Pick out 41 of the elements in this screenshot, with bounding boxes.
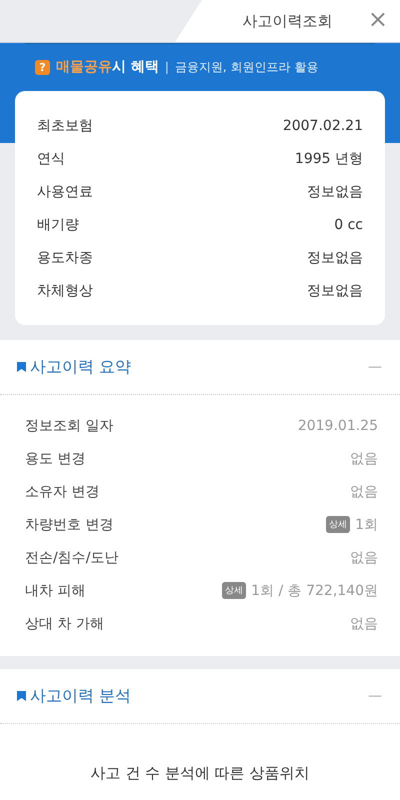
info-value: 정보없음 [307,282,363,300]
banner-title: 매물공유시 혜택 [56,58,159,76]
row-label: 소유자 변경 [25,482,100,500]
info-label: 배기량 [37,216,79,234]
detail-tag[interactable]: 상세 [326,516,350,533]
row-label: 용도 변경 [25,450,86,468]
detail-tag[interactable]: 상세 [222,582,246,599]
banner-text: 금융지원, 회원인프라 활용 [174,58,318,76]
help-badge: ? [35,60,50,74]
row-label: 정보조회 일자 [25,416,114,434]
info-label: 차체형상 [37,282,93,300]
row-label: 전손/침수/도난 [25,548,118,566]
analysis-subtitle: 사고 건 수 분석에 따른 상품위치 [90,763,310,784]
row-value: 1회 / 총 722,140원 [251,582,378,600]
info-value: 정보없음 [307,248,363,266]
info-label: 사용연료 [37,182,93,200]
close-button[interactable]: × [368,7,388,31]
row-value: 없음 [350,450,378,468]
row-value: 2019.01.25 [298,418,378,434]
row-value: 없음 [350,548,378,566]
row-label: 내차 피해 [25,582,86,600]
window-title: 사고이력조회 [242,12,332,30]
separator: | [164,60,169,74]
section-title: 사고이력 분석 [30,686,132,706]
info-value: 2007.02.21 [282,118,363,134]
row-label: 차량번호 변경 [25,516,114,534]
row-value: 없음 [350,614,378,632]
info-label: 용도차종 [37,248,93,266]
section-title: 사고이력 요약 [30,356,132,378]
bookmark-icon [17,362,26,372]
info-value: 0 cc [334,216,363,232]
info-label: 연식 [37,150,65,168]
collapse-button[interactable]: — [368,688,382,704]
info-label: 최초보험 [37,116,93,134]
row-value: 없음 [350,482,378,500]
info-value: 1995 년형 [294,150,363,168]
row-value: 1회 [355,516,378,534]
row-label: 상대 차 가해 [25,614,104,632]
bookmark-icon [17,691,26,701]
collapse-button[interactable]: — [368,359,382,375]
info-value: 정보없음 [307,182,363,200]
